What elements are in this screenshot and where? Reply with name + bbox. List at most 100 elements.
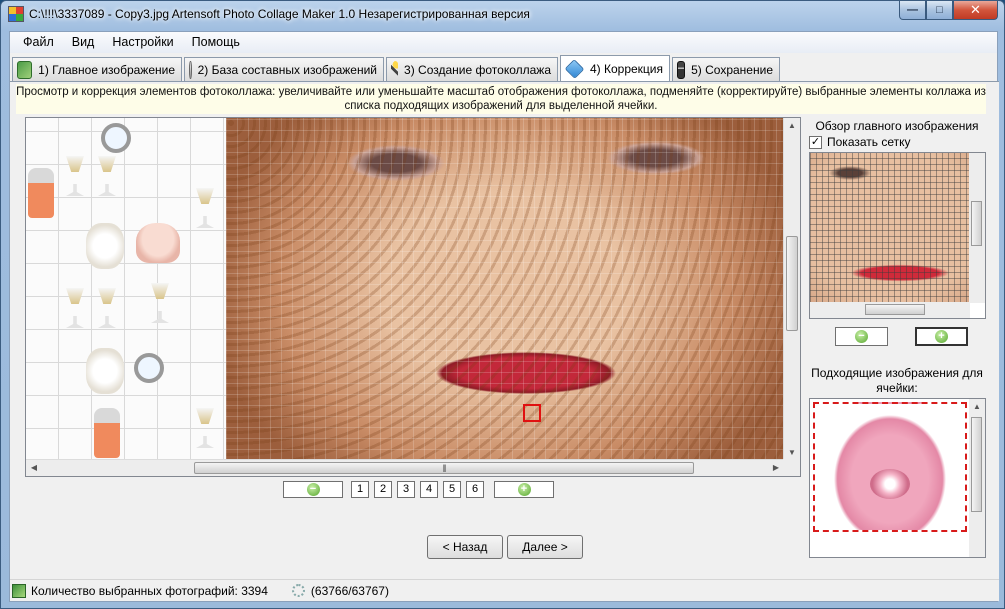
wizard-tabs: 1) Главное изображение 2) База составных… [12, 55, 782, 81]
page-navigator: − 1 2 3 4 5 6 + [283, 480, 554, 498]
tile-glass[interactable] [66, 288, 84, 328]
database-icon [189, 60, 192, 79]
tab-create-collage[interactable]: 3) Создание фотоколлажа [386, 57, 558, 81]
plus-icon: + [517, 482, 531, 496]
preview-image[interactable] [810, 153, 970, 303]
minus-icon: − [306, 482, 320, 496]
instructions-text: Просмотр и коррекция элементов фотоколла… [16, 84, 986, 114]
candidates-vertical-scrollbar[interactable]: ▲ [969, 399, 985, 557]
show-grid-label[interactable]: Показать сетку [827, 135, 911, 149]
spinner-icon [291, 584, 305, 597]
collage-vertical-scrollbar[interactable]: ▲ ▼ [783, 118, 800, 461]
title-bar[interactable]: C:\!!!\3337089 - Copy3.jpg Artensoft Pho… [1, 1, 1004, 29]
page-button-5[interactable]: 5 [443, 480, 461, 498]
candidates-title: Подходящие изображения для ячейки: [811, 366, 983, 395]
tile-magnifier[interactable] [134, 353, 164, 383]
tile-yarn[interactable] [86, 223, 124, 269]
collage-canvas[interactable] [26, 118, 784, 461]
caption-buttons: — □ ✕ [899, 1, 998, 21]
page-button-6[interactable]: 6 [466, 480, 484, 498]
tile-bottle[interactable] [28, 168, 54, 218]
main-image-preview[interactable] [809, 152, 986, 319]
scroll-thumb[interactable] [786, 236, 798, 331]
tab-correction[interactable]: 4) Коррекция [560, 55, 670, 81]
menu-bar: Файл Вид Настройки Помощь [10, 32, 997, 53]
tab-label: 4) Коррекция [589, 61, 663, 76]
preview-zoom-in-button[interactable]: + [915, 327, 968, 346]
tab-label: 2) База составных изображений [197, 62, 377, 77]
menu-view[interactable]: Вид [63, 32, 104, 53]
preview-horizontal-scrollbar[interactable] [810, 302, 970, 318]
page-button-4[interactable]: 4 [420, 480, 438, 498]
tile-magnifier[interactable] [101, 123, 131, 153]
tile-glass[interactable] [196, 188, 214, 228]
tile-hat[interactable] [136, 223, 180, 263]
app-icon[interactable] [8, 6, 24, 22]
tile-glass[interactable] [66, 156, 84, 196]
back-button[interactable]: < Назад [427, 535, 503, 559]
tab-label: 5) Сохранение [691, 62, 773, 77]
overview-title: Обзор главного изображения [815, 119, 979, 133]
photos-icon [12, 583, 26, 598]
tile-glass[interactable] [98, 288, 116, 328]
app-window: C:\!!!\3337089 - Copy3.jpg Artensoft Pho… [0, 0, 1005, 609]
client-area: Файл Вид Настройки Помощь 1) Главное изо… [9, 31, 999, 602]
preview-zoom-out-button[interactable]: − [835, 327, 888, 346]
right-panel: Обзор главного изображения ✓ Показать се… [807, 117, 987, 558]
show-grid-checkbox[interactable]: ✓ [809, 135, 822, 149]
minimize-button[interactable]: — [899, 1, 926, 20]
selected-photos-count: Количество выбранных фотографий: 3394 [31, 583, 268, 598]
candidate-image[interactable] [813, 402, 967, 532]
show-grid-row[interactable]: ✓ Показать сетку [809, 135, 911, 149]
window-title: C:\!!!\3337089 - Copy3.jpg Artensoft Pho… [29, 7, 530, 21]
candidate-images-list[interactable]: ▲ [809, 398, 986, 558]
menu-help[interactable]: Помощь [183, 32, 249, 53]
scroll-right-arrow[interactable]: ▶ [768, 460, 784, 476]
tile-yarn[interactable] [86, 348, 124, 394]
scroll-thumb[interactable] [865, 304, 925, 315]
menu-settings[interactable]: Настройки [103, 32, 182, 53]
tab-image-database[interactable]: 2) База составных изображений [184, 57, 384, 81]
collage-horizontal-scrollbar[interactable]: ◀ ||| ▶ [26, 459, 784, 476]
tile-bottle[interactable] [94, 408, 120, 458]
next-button[interactable]: Далее > [507, 535, 583, 559]
menu-file[interactable]: Файл [14, 32, 63, 53]
candidate-bow-decoration [870, 469, 910, 499]
selected-cell-highlight[interactable] [523, 404, 541, 422]
scroll-thumb[interactable] [971, 417, 982, 512]
tab-label: 1) Главное изображение [38, 62, 175, 77]
collage-viewport[interactable]: ▲ ▼ ◀ ||| ▶ [25, 117, 801, 477]
page-button-3[interactable]: 3 [397, 480, 415, 498]
close-button[interactable]: ✕ [953, 1, 998, 20]
zoom-out-button[interactable]: − [283, 480, 343, 498]
main-image-icon [17, 60, 33, 79]
tab-save[interactable]: 5) Сохранение [672, 57, 780, 81]
preview-vertical-scrollbar[interactable] [969, 153, 985, 303]
scroll-thumb[interactable]: ||| [194, 462, 694, 474]
zoom-in-button[interactable]: + [494, 480, 554, 498]
minus-icon: − [855, 330, 868, 343]
scroll-up-arrow[interactable]: ▲ [969, 399, 985, 415]
scroll-corner [783, 459, 800, 476]
scroll-thumb[interactable] [971, 201, 982, 246]
collage-tile-grid[interactable] [26, 118, 226, 461]
correction-panel: Просмотр и коррекция элементов фотоколла… [10, 81, 999, 601]
status-bar: Количество выбранных фотографий: 3394 (6… [10, 579, 999, 601]
page-button-2[interactable]: 2 [374, 480, 392, 498]
scroll-left-arrow[interactable]: ◀ [26, 460, 42, 476]
plus-icon: + [935, 330, 948, 343]
scroll-grip-icon: ||| [442, 463, 446, 473]
tile-glass[interactable] [196, 408, 214, 448]
collage-mosaic-image[interactable] [226, 118, 784, 461]
page-button-1[interactable]: 1 [351, 480, 369, 498]
tile-glass[interactable] [151, 283, 169, 323]
tab-main-image[interactable]: 1) Главное изображение [12, 57, 182, 81]
maximize-button[interactable]: □ [926, 1, 953, 20]
tile-glass[interactable] [98, 156, 116, 196]
magic-wand-icon [391, 60, 399, 79]
scroll-up-arrow[interactable]: ▲ [784, 118, 800, 134]
tab-label: 3) Создание фотоколлажа [404, 62, 551, 77]
progress-counter: (63766/63767) [310, 583, 389, 598]
floppy-disk-icon [677, 60, 686, 79]
cube-icon [564, 58, 585, 79]
